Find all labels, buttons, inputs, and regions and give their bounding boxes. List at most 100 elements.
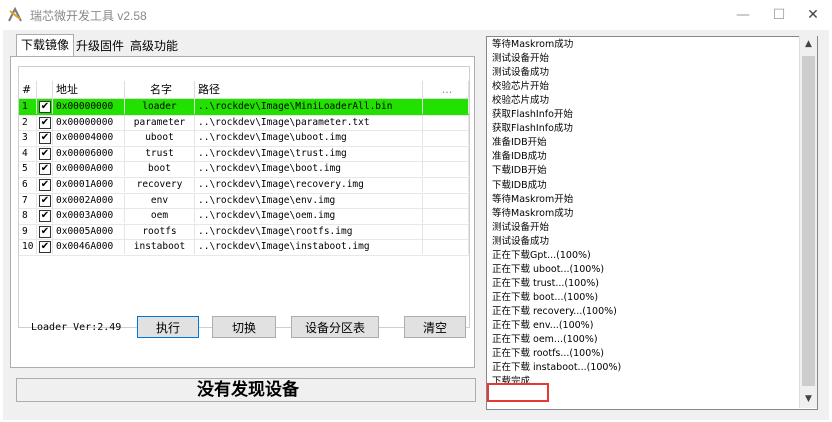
row-checkbox[interactable]: ✔ [39, 116, 51, 129]
col-address-header: 地址 [53, 81, 125, 98]
col-check-header [37, 81, 53, 98]
table-row[interactable]: 7 0x0002A000 env ..\rockdev\Image\env.img ✔ [19, 192, 469, 210]
tab-upgrade-firmware[interactable]: 升级固件 [72, 36, 128, 56]
row-browse-cell[interactable] [423, 192, 469, 208]
maximize-button[interactable]: ☐ [764, 4, 794, 26]
table-row[interactable]: 6 0x0001A000 recovery ..\rockdev\Image\reco… [19, 177, 469, 194]
log-line: 校验芯片开始 [492, 81, 550, 93]
row-checkbox[interactable]: ✔ [39, 225, 51, 238]
row-index: 4 [19, 145, 37, 161]
loader-version: Loader Ver:2.49 [31, 322, 122, 333]
log-line: 准备IDB成功 [492, 151, 547, 163]
row-path: ..\rockdev\Image\uboot.img [195, 130, 423, 146]
app-window: 瑞芯微开发工具 v2.58 — ☐ ✕ 下载镜像 升级固件 高级功能 # 地址 … [0, 0, 832, 422]
row-name: env [125, 192, 195, 208]
table-row[interactable]: 2 0x00000000 parameter ..\rockdev\Image\par… [19, 114, 469, 132]
row-browse-cell[interactable] [423, 177, 469, 192]
device-status-bar: 没有发现设备 [16, 378, 476, 402]
row-browse-cell[interactable] [423, 130, 469, 146]
window-title: 瑞芯微开发工具 v2.58 [30, 9, 147, 23]
row-address: 0x00000000 [53, 114, 125, 130]
switch-button[interactable]: 切换 [212, 316, 276, 338]
log-line: 下载IDB成功 [492, 179, 547, 191]
row-browse-cell[interactable] [423, 223, 469, 239]
log-line: 下载IDB开始 [492, 165, 547, 177]
log-line: 测试设备成功 [492, 67, 550, 79]
table-row[interactable]: 3 0x00004000 uboot ..\rockdev\Image\uboot.i… [19, 130, 469, 147]
row-path: ..\rockdev\Image\MiniLoaderAll.bin [195, 99, 423, 114]
run-button[interactable]: 执行 [137, 316, 199, 338]
table-row[interactable]: 9 0x0005A000 rootfs ..\rockdev\Image\rootfs… [19, 223, 469, 241]
clear-button[interactable]: 清空 [404, 316, 466, 338]
log-line: 正在下载 trust...(100%) [492, 277, 599, 289]
row-index: 6 [19, 177, 37, 192]
row-browse-cell[interactable] [423, 161, 469, 177]
row-address: 0x0002A000 [53, 192, 125, 208]
row-index: 8 [19, 208, 37, 224]
minimize-button[interactable]: — [728, 4, 758, 26]
row-name: recovery [125, 177, 195, 192]
row-name: oem [125, 208, 195, 224]
row-path: ..\rockdev\Image\rootfs.img [195, 223, 423, 239]
log-line: 正在下载Gpt...(100%) [492, 249, 591, 261]
table-row[interactable]: 8 0x0003A000 oem ..\rockdev\Image\oem.img ✔ [19, 208, 469, 225]
row-index: 2 [19, 114, 37, 130]
row-browse-cell[interactable] [423, 99, 469, 114]
row-path: ..\rockdev\Image\boot.img [195, 161, 423, 177]
download-complete-highlight [487, 383, 549, 402]
row-name: boot [125, 161, 195, 177]
log-line: 等待Maskrom开始 [492, 193, 574, 205]
log-line: 测试设备开始 [492, 221, 550, 233]
table-row[interactable]: 1 0x00000000 loader ..\rockdev\Image\MiniLo… [19, 99, 469, 116]
row-checkbox[interactable]: ✔ [39, 147, 51, 160]
row-checkbox-cell: ✔ [37, 130, 53, 146]
log-line: 校验芯片成功 [492, 95, 550, 107]
log-line: 正在下载 uboot...(100%) [492, 263, 605, 275]
row-browse-cell[interactable] [423, 145, 469, 161]
row-checkbox-cell: ✔ [37, 99, 53, 114]
row-checkbox[interactable]: ✔ [39, 194, 51, 207]
row-browse-cell[interactable] [423, 239, 469, 255]
log-scrollbar[interactable]: ▲ ▼ [799, 36, 817, 408]
log-line: 正在下载 oem...(100%) [492, 334, 598, 346]
close-button[interactable]: ✕ [798, 4, 828, 26]
scrollbar-thumb[interactable] [802, 56, 815, 386]
log-line: 获取FlashInfo成功 [492, 123, 573, 135]
row-address: 0x00000000 [53, 99, 125, 114]
row-address: 0x00006000 [53, 145, 125, 161]
row-checkbox[interactable]: ✔ [39, 132, 51, 145]
row-name: rootfs [125, 223, 195, 239]
tab-download-image[interactable]: 下载镜像 [16, 34, 75, 57]
partition-table-button[interactable]: 设备分区表 [291, 316, 379, 338]
row-checkbox[interactable]: ✔ [39, 241, 51, 254]
row-checkbox[interactable]: ✔ [39, 210, 51, 223]
table-header: # 地址 名字 路径 ... [19, 81, 469, 99]
row-browse-cell[interactable] [423, 208, 469, 224]
log-line: 测试设备开始 [492, 53, 550, 65]
scroll-down-icon[interactable]: ▼ [800, 391, 817, 408]
row-checkbox[interactable]: ✔ [39, 163, 51, 176]
row-address: 0x0005A000 [53, 223, 125, 239]
table-row[interactable]: 10 0x0046A000 instaboot ..\rockdev\Image\in… [19, 239, 469, 256]
log-line: 正在下载 rootfs...(100%) [492, 348, 604, 360]
scroll-up-icon[interactable]: ▲ [800, 36, 817, 53]
row-browse-cell[interactable] [423, 114, 469, 130]
row-checkbox-cell: ✔ [37, 208, 53, 224]
row-index: 1 [19, 99, 37, 114]
row-path: ..\rockdev\Image\trust.img [195, 145, 423, 161]
row-index: 5 [19, 161, 37, 177]
tab-advanced[interactable]: 高级功能 [126, 36, 182, 56]
table-row[interactable]: 4 0x00006000 trust ..\rockdev\Image\trust.i… [19, 145, 469, 163]
app-logo-icon [8, 7, 22, 22]
row-checkbox[interactable]: ✔ [39, 101, 51, 113]
row-checkbox[interactable]: ✔ [39, 179, 51, 191]
row-path: ..\rockdev\Image\recovery.img [195, 177, 423, 192]
table-row[interactable]: 5 0x0000A000 boot ..\rockdev\Image\boot.img… [19, 161, 469, 178]
row-index: 3 [19, 130, 37, 146]
log-line: 正在下载 env...(100%) [492, 320, 594, 331]
row-index: 10 [19, 239, 37, 255]
row-checkbox-cell: ✔ [37, 177, 53, 192]
row-checkbox-cell: ✔ [37, 192, 53, 208]
log-output[interactable]: 等待Maskrom成功 测试设备开始 测试设备成功 校验芯片开始 校验芯片成功 获取Fla… [486, 36, 818, 410]
row-index: 7 [19, 192, 37, 208]
